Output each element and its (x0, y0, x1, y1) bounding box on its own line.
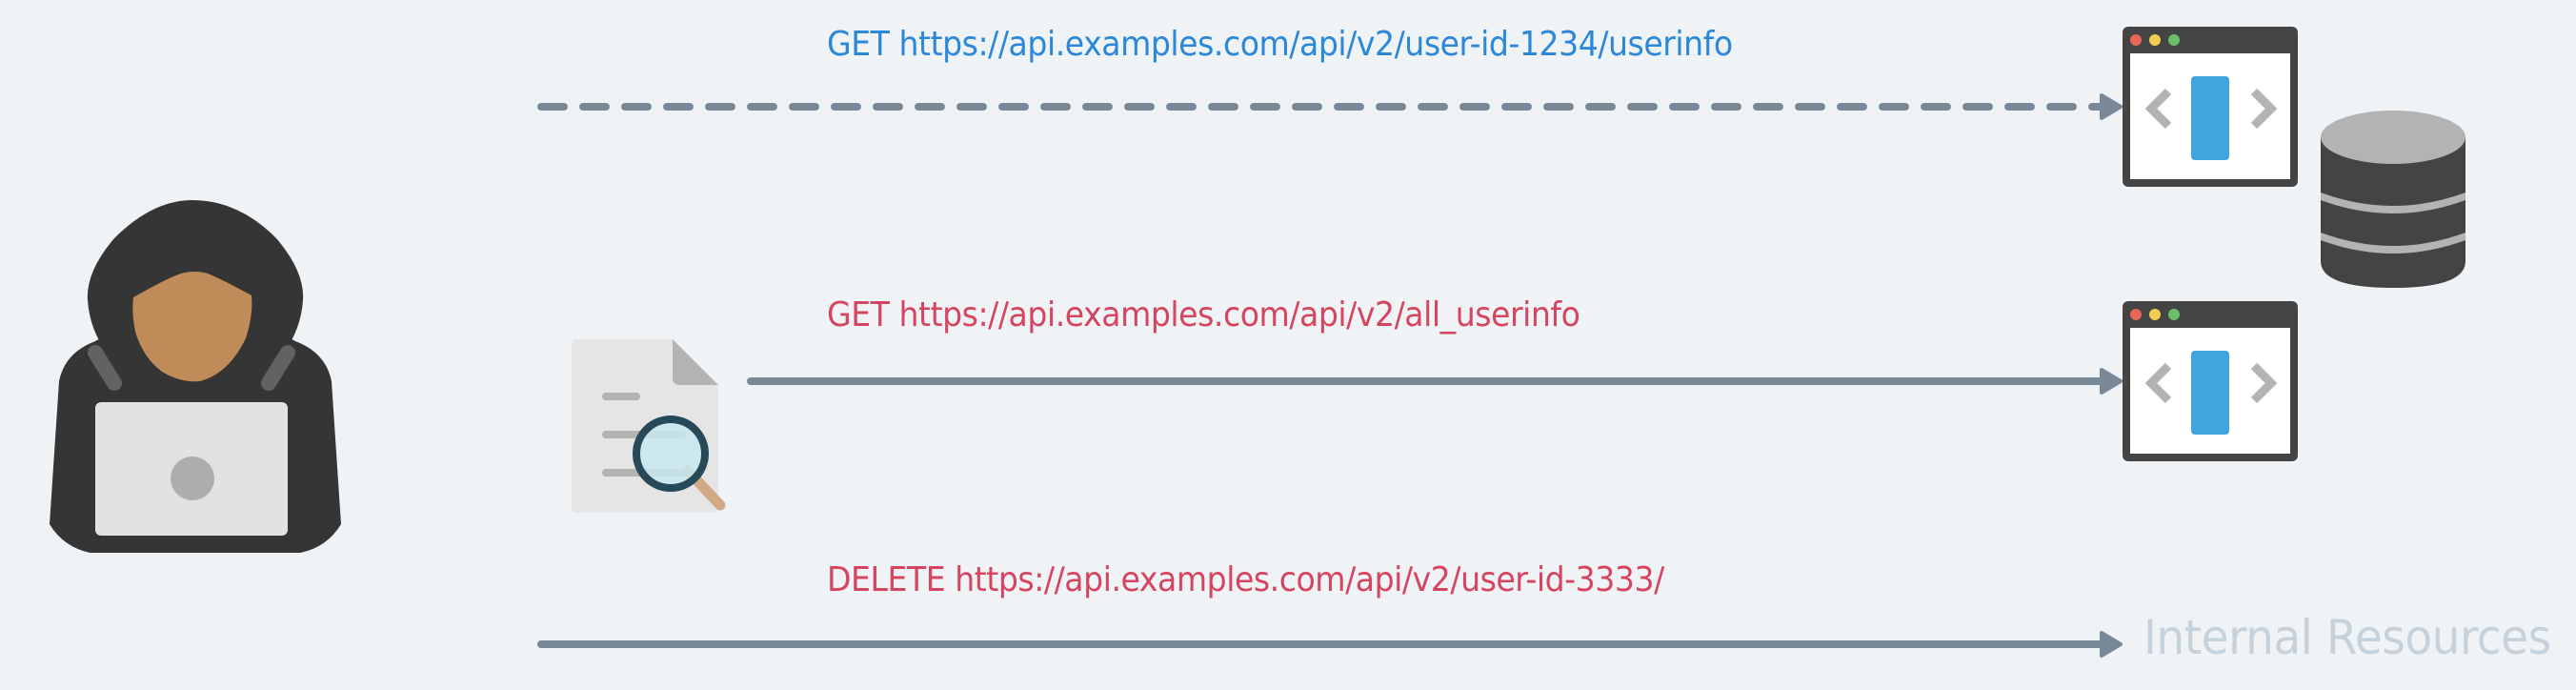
request-label-3: DELETE https://api.examples.com/api/v2/u… (827, 560, 1664, 599)
internal-resources-label: Internal Resources (2143, 610, 2551, 665)
arrow-request-2 (747, 368, 2123, 395)
api-endpoint-1 (2123, 27, 2300, 189)
arrow-request-3 (537, 631, 2123, 658)
request-label-1: GET https://api.examples.com/api/v2/user… (827, 25, 1733, 64)
database-icon (2321, 111, 2465, 288)
database (2319, 109, 2467, 290)
request-label-2: GET https://api.examples.com/api/v2/all_… (827, 295, 1580, 335)
browser-window-icon (2123, 27, 2298, 187)
arrow-request-1 (537, 93, 2123, 120)
api-endpoint-2 (2123, 301, 2300, 463)
browser-window-icon (2123, 301, 2298, 461)
